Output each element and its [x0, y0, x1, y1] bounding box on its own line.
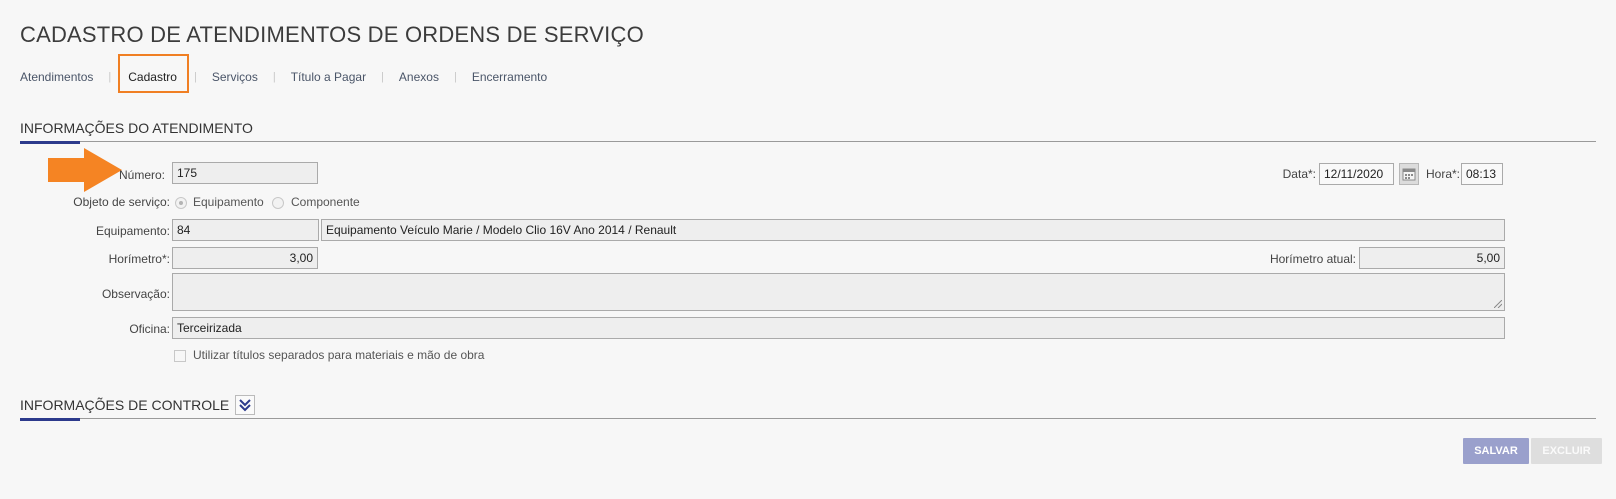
- tab-separator: |: [272, 71, 276, 83]
- tab-separator: |: [108, 71, 112, 83]
- hora-label: Hora*:: [1425, 167, 1460, 181]
- calendar-button[interactable]: [1399, 163, 1419, 185]
- tab-servicos[interactable]: Serviços: [212, 70, 258, 84]
- delete-button[interactable]: EXCLUIR: [1531, 438, 1602, 464]
- oficina-field[interactable]: Terceirizada: [172, 317, 1505, 339]
- observacao-label: Observação:: [101, 287, 170, 301]
- equipamento-description-field: Equipamento Veículo Marie / Modelo Clio …: [321, 219, 1505, 241]
- horimetro-atual-label: Horímetro atual:: [1269, 252, 1356, 266]
- data-label: Data*:: [1282, 167, 1316, 181]
- page-title: CADASTRO DE ATENDIMENTOS DE ORDENS DE SE…: [20, 22, 644, 47]
- horimetro-field[interactable]: 3,00: [172, 247, 318, 269]
- expand-button[interactable]: [235, 395, 255, 415]
- tab-separator: |: [193, 71, 197, 83]
- double-chevron-down-icon: [239, 399, 251, 412]
- section-header-informacoes-controle: INFORMAÇÕES DE CONTROLE: [20, 397, 1596, 421]
- tab-titulo-a-pagar[interactable]: Título a Pagar: [291, 70, 366, 84]
- oficina-label: Oficina:: [129, 322, 170, 336]
- equipamento-label: Equipamento:: [95, 224, 170, 238]
- numero-field[interactable]: 175: [172, 162, 318, 184]
- calendar-icon: [1402, 168, 1416, 181]
- tab-bar: Atendimentos | Cadastro | Serviços | Tít…: [20, 66, 547, 88]
- horimetro-label: Horímetro*:: [108, 252, 170, 266]
- objeto-servico-label: Objeto de serviço:: [73, 195, 170, 209]
- resize-grip-icon[interactable]: [1494, 300, 1502, 308]
- observacao-textarea[interactable]: [172, 273, 1505, 311]
- horimetro-atual-field: 5,00: [1359, 247, 1505, 269]
- tab-anexos[interactable]: Anexos: [399, 70, 439, 84]
- active-tab-highlight: [118, 54, 189, 93]
- radio-componente-label: Componente: [291, 195, 360, 209]
- tab-separator: |: [453, 71, 457, 83]
- hora-field[interactable]: 08:13: [1461, 163, 1503, 185]
- tab-encerramento[interactable]: Encerramento: [472, 70, 547, 84]
- section-title: INFORMAÇÕES DO ATENDIMENTO: [20, 120, 253, 136]
- section-header-informacoes-atendimento: INFORMAÇÕES DO ATENDIMENTO: [20, 120, 1596, 144]
- arrow-icon: [48, 148, 122, 192]
- numero-label: Número:: [118, 168, 165, 182]
- data-field[interactable]: 12/11/2020: [1319, 163, 1394, 185]
- tab-separator: |: [381, 71, 384, 83]
- save-button[interactable]: SALVAR: [1463, 438, 1529, 464]
- radio-equipamento-label: Equipamento: [193, 195, 264, 209]
- tab-atendimentos[interactable]: Atendimentos: [20, 70, 93, 84]
- section-underline: [20, 141, 80, 144]
- titulos-separados-label: Utilizar títulos separados para materiai…: [193, 348, 485, 362]
- equipamento-code-field[interactable]: 84: [172, 219, 319, 241]
- section-underline: [20, 418, 80, 421]
- section-title: INFORMAÇÕES DE CONTROLE: [20, 397, 230, 413]
- radio-equipamento[interactable]: [175, 197, 187, 209]
- radio-componente[interactable]: [272, 197, 284, 209]
- titulos-separados-checkbox[interactable]: [174, 350, 186, 362]
